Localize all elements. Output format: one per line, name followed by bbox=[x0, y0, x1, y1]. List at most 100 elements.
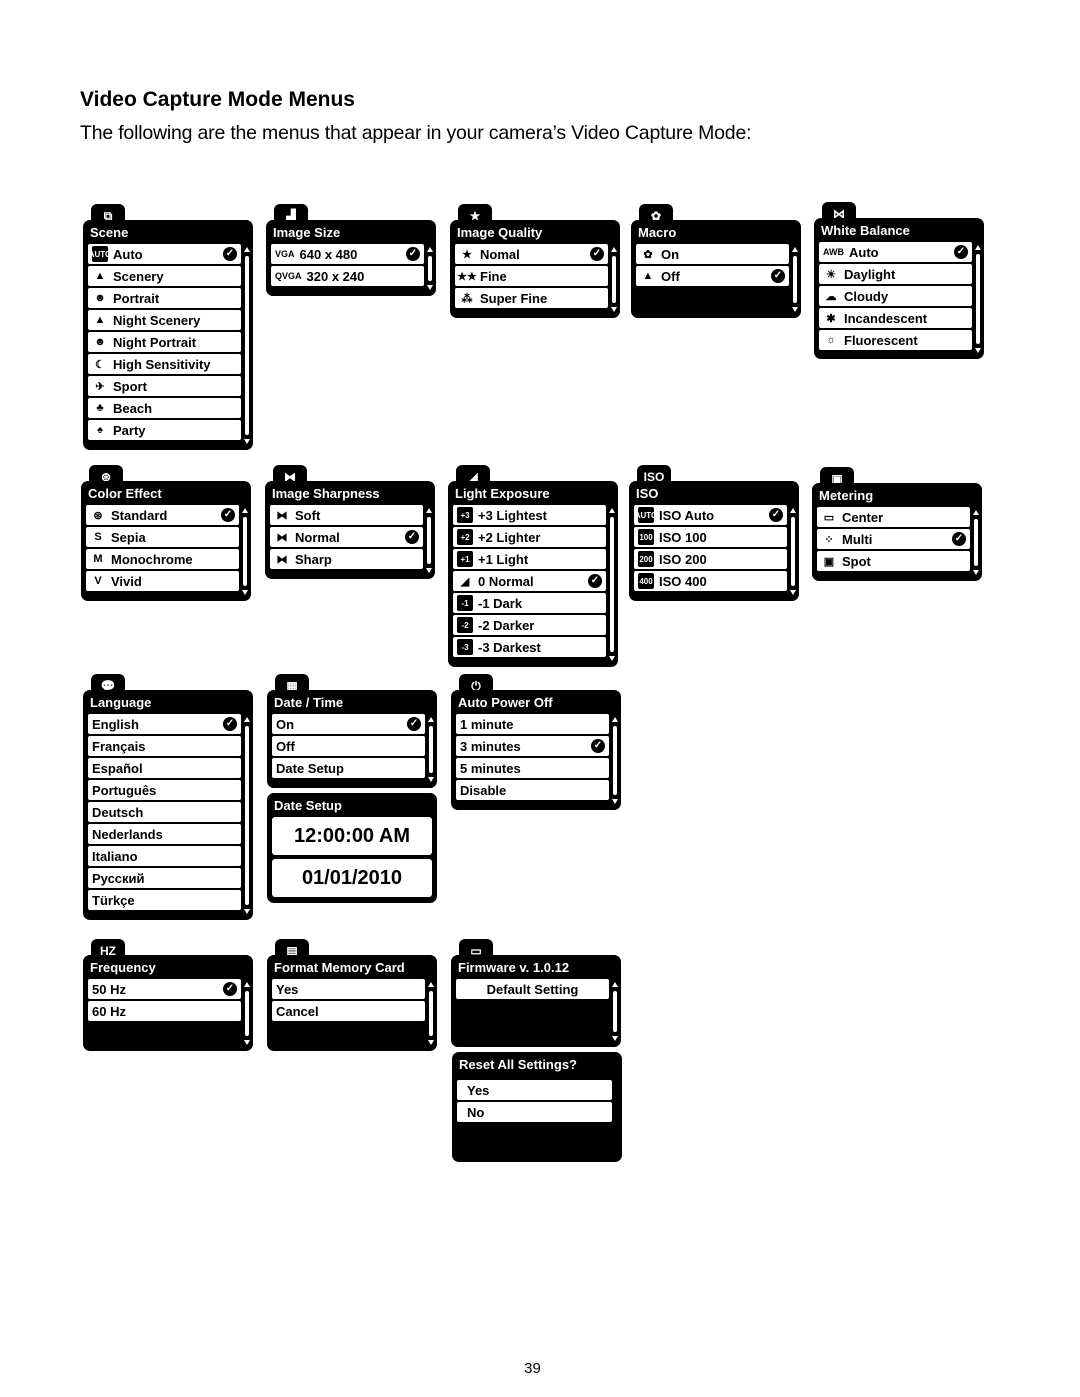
menu-option[interactable]: ☾ High Sensitivity bbox=[88, 354, 241, 374]
menu-title: Metering bbox=[819, 488, 874, 503]
menu-option[interactable]: Cancel bbox=[272, 1001, 425, 1021]
selected-check-icon: ✓ bbox=[407, 717, 421, 731]
scrollbar[interactable] bbox=[612, 982, 618, 1041]
reset-title: Reset All Settings? bbox=[459, 1057, 577, 1072]
menu-option[interactable]: S Sepia bbox=[86, 527, 239, 547]
menu-option[interactable]: AUTO Auto ✓ bbox=[88, 244, 241, 264]
menu-option[interactable]: Nederlands bbox=[88, 824, 241, 844]
menu-option[interactable]: ✱ Incandescent bbox=[819, 308, 972, 328]
menu-option[interactable]: ⁘ Multi ✓ bbox=[817, 529, 970, 549]
reset-yes-option[interactable]: Yes bbox=[457, 1080, 612, 1100]
option-label: Multi bbox=[842, 531, 873, 547]
option-label: Party bbox=[113, 422, 146, 438]
option-label: 1 minute bbox=[460, 716, 514, 732]
menu-option[interactable]: AUTO ISO Auto ✓ bbox=[634, 505, 787, 525]
menu-option[interactable]: Disable bbox=[456, 780, 609, 800]
scroll-track bbox=[244, 255, 250, 436]
menu-option[interactable]: Deutsch bbox=[88, 802, 241, 822]
menu-option[interactable]: ☻ Night Portrait bbox=[88, 332, 241, 352]
menu-option[interactable]: 3 minutes ✓ bbox=[456, 736, 609, 756]
menu-option[interactable]: 100 ISO 100 bbox=[634, 527, 787, 547]
menu-option[interactable]: ▲ Night Scenery bbox=[88, 310, 241, 330]
menu-option[interactable]: Default Setting bbox=[456, 979, 609, 999]
scrollbar[interactable] bbox=[427, 247, 433, 290]
menu-option[interactable]: Français bbox=[88, 736, 241, 756]
menu-option[interactable]: ♠ Party bbox=[88, 420, 241, 440]
menu-option[interactable]: ⁂ Super Fine bbox=[455, 288, 608, 308]
menu-option[interactable]: Português bbox=[88, 780, 241, 800]
menu-option[interactable]: +1 +1 Light bbox=[453, 549, 606, 569]
menu-option[interactable]: ▲ Off ✓ bbox=[636, 266, 789, 286]
date-field[interactable]: 01/01/2010 bbox=[272, 859, 432, 897]
menu-option[interactable]: ⧓ Normal ✓ bbox=[270, 527, 423, 547]
reset-no-option[interactable]: No bbox=[457, 1102, 612, 1122]
menu-option[interactable]: ☀ Daylight bbox=[819, 264, 972, 284]
menu-option[interactable]: QVGA 320 x 240 bbox=[271, 266, 424, 286]
menu-option[interactable]: 5 minutes bbox=[456, 758, 609, 778]
menu-option[interactable]: ▲ Scenery bbox=[88, 266, 241, 286]
menu-option[interactable]: ◢ 0 Normal ✓ bbox=[453, 571, 606, 591]
menu-option[interactable]: Türkçe bbox=[88, 890, 241, 910]
menu-panel: Date / Time On ✓ Off Date Setup bbox=[267, 690, 437, 788]
scrollbar[interactable] bbox=[790, 508, 796, 595]
menu-option[interactable]: Español bbox=[88, 758, 241, 778]
menu-option[interactable]: +3 +3 Lightest bbox=[453, 505, 606, 525]
menu-option[interactable]: AWB Auto ✓ bbox=[819, 242, 972, 262]
scrollbar[interactable] bbox=[612, 717, 618, 804]
menu-option[interactable]: ★★ Fine bbox=[455, 266, 608, 286]
menu-option[interactable]: -3 -3 Darkest bbox=[453, 637, 606, 657]
scrollbar[interactable] bbox=[244, 982, 250, 1045]
menu-option[interactable]: V Vivid bbox=[86, 571, 239, 591]
menu-option[interactable]: Off bbox=[272, 736, 425, 756]
scrollbar[interactable] bbox=[975, 245, 981, 353]
menu-option[interactable]: ★ Nomal ✓ bbox=[455, 244, 608, 264]
menu-option[interactable]: ▭ Center bbox=[817, 507, 970, 527]
menu-option[interactable]: Yes bbox=[272, 979, 425, 999]
scrollbar[interactable] bbox=[428, 982, 434, 1045]
scrollbar[interactable] bbox=[609, 508, 615, 661]
menu-options: AUTO ISO Auto ✓ 100 ISO 100 200 ISO 200 400 ISO … bbox=[634, 505, 787, 591]
scrollbar[interactable] bbox=[611, 247, 617, 312]
option-label: Beach bbox=[113, 400, 153, 416]
menu-option[interactable]: ☁ Cloudy bbox=[819, 286, 972, 306]
menu-option[interactable]: 200 ISO 200 bbox=[634, 549, 787, 569]
menu-option[interactable]: ⧓ Soft bbox=[270, 505, 423, 525]
menu-option[interactable]: 60 Hz bbox=[88, 1001, 241, 1021]
reset-panel: Reset All Settings? Yes No bbox=[452, 1052, 622, 1162]
scroll-down-arrow-icon bbox=[975, 348, 981, 353]
menu-option[interactable]: ⊛ Standard ✓ bbox=[86, 505, 239, 525]
menu-option[interactable]: English ✓ bbox=[88, 714, 241, 734]
menu-option[interactable]: -2 -2 Darker bbox=[453, 615, 606, 635]
option-label: Center bbox=[842, 509, 884, 525]
scrollbar[interactable] bbox=[428, 717, 434, 782]
menu-option[interactable]: ✿ On bbox=[636, 244, 789, 264]
menu-option[interactable]: ▣ Spot bbox=[817, 551, 970, 571]
menu-option[interactable]: +2 +2 Lighter bbox=[453, 527, 606, 547]
scrollbar[interactable] bbox=[244, 247, 250, 444]
menu-option[interactable]: On ✓ bbox=[272, 714, 425, 734]
menu-option[interactable]: M Monochrome bbox=[86, 549, 239, 569]
scrollbar[interactable] bbox=[244, 717, 250, 914]
menu-option[interactable]: ⧓ Sharp bbox=[270, 549, 423, 569]
menu-option[interactable]: Italiano bbox=[88, 846, 241, 866]
menu-option[interactable]: Русский bbox=[88, 868, 241, 888]
selected-check-icon: ✓ bbox=[221, 508, 235, 522]
menu-option[interactable]: 50 Hz ✓ bbox=[88, 979, 241, 999]
scrollbar[interactable] bbox=[242, 508, 248, 595]
menu-option[interactable]: ♣ Beach bbox=[88, 398, 241, 418]
menu-option[interactable]: ☻ Portrait bbox=[88, 288, 241, 308]
menu-option[interactable]: 1 minute bbox=[456, 714, 609, 734]
scrollbar[interactable] bbox=[426, 508, 432, 573]
menu-format-memory-card: ▤ Format Memory Card Yes Cancel bbox=[267, 939, 437, 1051]
menu-option[interactable]: Date Setup bbox=[272, 758, 425, 778]
scrollbar[interactable] bbox=[973, 510, 979, 575]
menu-option[interactable]: VGA 640 x 480 ✓ bbox=[271, 244, 424, 264]
option-label: High Sensitivity bbox=[113, 356, 211, 372]
menu-option[interactable]: ☼ Fluorescent bbox=[819, 330, 972, 350]
option-label: Nederlands bbox=[92, 826, 163, 842]
scrollbar[interactable] bbox=[792, 247, 798, 312]
menu-option[interactable]: 400 ISO 400 bbox=[634, 571, 787, 591]
menu-option[interactable]: ✈ Sport bbox=[88, 376, 241, 396]
menu-option[interactable]: -1 -1 Dark bbox=[453, 593, 606, 613]
time-field[interactable]: 12:00:00 AM bbox=[272, 817, 432, 855]
